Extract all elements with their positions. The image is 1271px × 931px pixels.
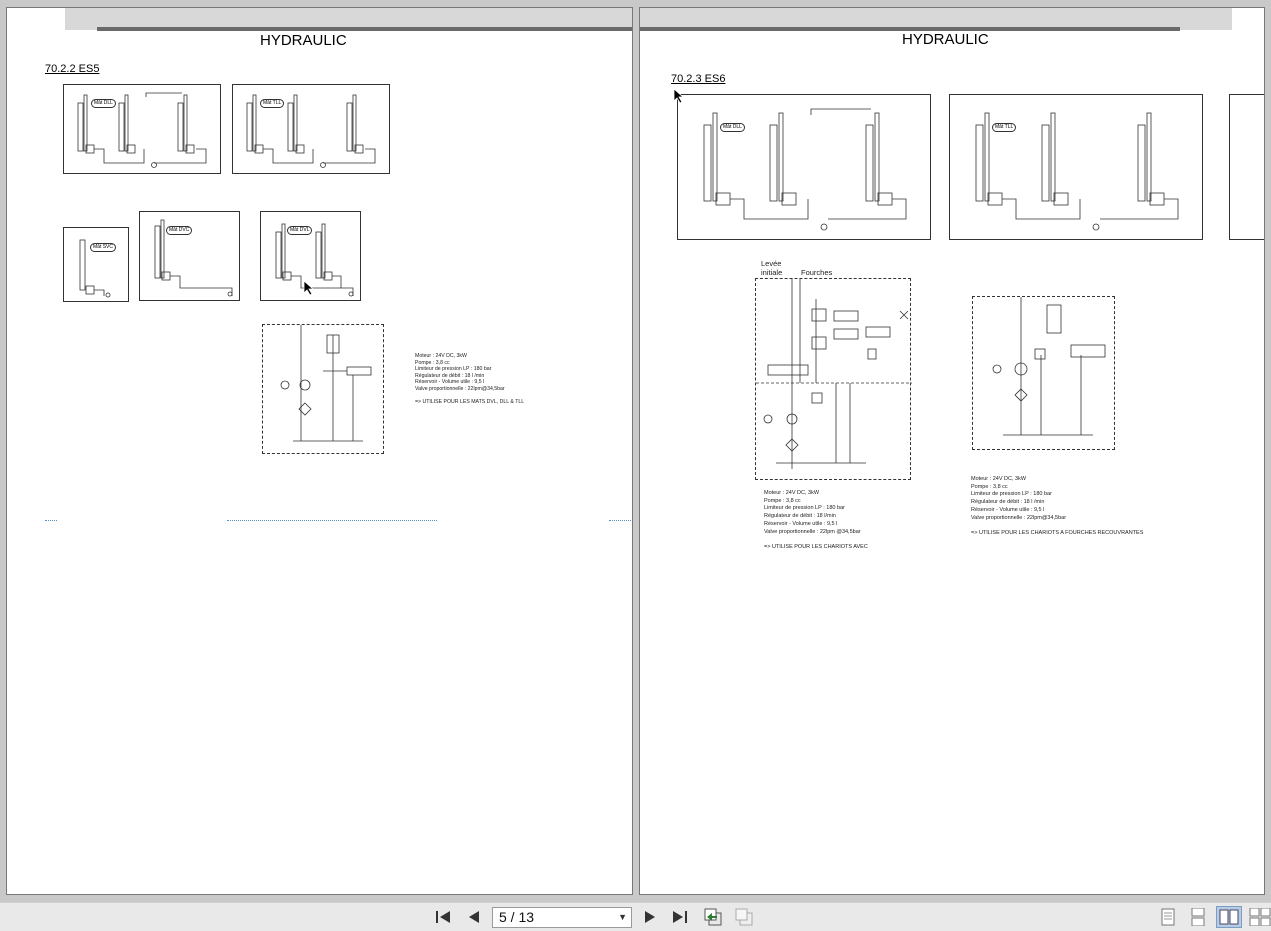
mast-label: Mât TLL <box>260 99 285 108</box>
hydraulic-schematic <box>262 324 384 454</box>
mouse-cursor-icon <box>673 88 685 104</box>
spec-line: Pompe : 3,8 cc <box>415 359 450 366</box>
mast-label: Mât DVL <box>287 226 313 235</box>
page-indicator: 5 / 13 <box>499 909 535 925</box>
mast-label: Mât DLL <box>720 123 745 132</box>
mast-dvc-drawing <box>154 219 233 297</box>
schematic-label: Fourches <box>801 268 833 277</box>
spec-line: Réservoir - Volume utile : 9,5 l <box>764 520 838 527</box>
divider-line <box>45 520 57 521</box>
spec-line: Moteur : 24V DC, 3kW <box>415 353 467 359</box>
section-heading: 70.2.2 ES5 <box>45 63 100 75</box>
divider-line <box>609 520 632 521</box>
spec-line: => UTILISE POUR LES MATS DVL, DLL & TLL <box>415 399 525 406</box>
mast-svc-drawing <box>79 239 111 298</box>
mast-tll-drawing <box>975 112 1179 231</box>
spec-line <box>415 393 524 400</box>
specifications-text: Moteur : 24V DC, 3kW Pompe : 3,8 cc Limi… <box>415 353 524 406</box>
facing-pages-view-icon[interactable] <box>1216 906 1242 928</box>
continuous-view-icon[interactable] <box>1185 906 1211 928</box>
specifications-text: Moteur : 24V DC, 3kW Pompe : 3,8 cc Limi… <box>971 476 1143 538</box>
navigation-toolbar: 5 / 13 ▼ <box>0 902 1271 931</box>
page-title: HYDRAULIC <box>902 31 989 48</box>
hydraulic-schematic-drawing <box>280 325 372 442</box>
specifications-text: Moteur : 24V DC, 3kW Pompe : 3,8 cc Limi… <box>764 490 868 552</box>
spec-line: Valve proportionnelle : 22lpm @34,5bar <box>764 528 861 535</box>
spec-line: Régulateur de débit : 18 l /min <box>971 499 1045 506</box>
first-page-icon[interactable] <box>433 907 453 927</box>
mast-dll-drawing <box>77 92 207 168</box>
previous-page-icon[interactable] <box>464 907 484 927</box>
spec-line <box>764 536 868 544</box>
hydraulic-schematic-left <box>755 278 912 480</box>
spec-line: Régulateur de débit : 18 l/min <box>764 513 836 520</box>
mast-label: Mât SVC <box>90 243 117 252</box>
mast-diagram-tll: Mât TLL <box>949 94 1203 240</box>
spec-line: Limiteur de pression LP : 180 bar <box>415 366 492 373</box>
schematic-label: initiale <box>761 268 783 277</box>
spec-line: Pompe : 3,8 cc <box>764 497 801 504</box>
spec-line: Limiteur de pression LP : 180 bar <box>971 491 1052 498</box>
mast-diagram-partial <box>1229 94 1264 240</box>
mast-diagram-svc: Mât SVC <box>63 227 129 302</box>
chevron-down-icon: ▼ <box>618 912 627 922</box>
hydraulic-schematic-drawing <box>756 279 912 469</box>
schematic-label: Levée <box>761 259 782 268</box>
spec-line: Limiteur de pression LP : 180 bar <box>764 505 845 512</box>
section-heading: 70.2.3 ES6 <box>671 73 726 85</box>
right-page: HYDRAULIC 70.2.3 ES6 Mât DLL Mât TLL Lev… <box>639 7 1265 895</box>
mast-diagram-tll: Mât TLL <box>232 84 390 174</box>
mast-label: Mât TLL <box>992 123 1017 132</box>
go-back-icon[interactable] <box>703 907 723 927</box>
spec-line: Pompe : 3,8 cc <box>971 483 1008 490</box>
page-number-select[interactable]: 5 / 13 ▼ <box>492 907 632 928</box>
spec-line: Valve proportionnelle : 22lpm@34,5bar <box>415 385 505 392</box>
spec-line: Moteur : 24V DC, 3kW <box>764 490 820 496</box>
hydraulic-schematic-drawing <box>992 297 1106 436</box>
spec-line: Réservoir - Volume utile : 9,5 l <box>971 506 1045 513</box>
mouse-cursor-icon <box>303 280 315 296</box>
spec-line: Valve proportionnelle : 22lpm@34,5bar <box>971 514 1067 521</box>
left-page: HYDRAULIC 70.2.2 ES5 Mât DLL Mât TLL Mât… <box>6 7 633 895</box>
spec-line: Moteur : 24V DC, 3kW <box>971 476 1027 482</box>
go-forward-icon[interactable] <box>734 907 754 927</box>
spec-line: => UTILISE POUR LES CHARIOTS AVEC <box>764 543 868 550</box>
spec-line: Régulateur de débit : 18 l /min <box>415 372 485 379</box>
single-page-view-icon[interactable] <box>1155 906 1181 928</box>
mast-label: Mât DVC <box>166 226 193 235</box>
page-tab-bar <box>97 27 632 31</box>
next-page-icon[interactable] <box>640 907 660 927</box>
spec-line: => UTILISE POUR LES CHARIOTS A FOURCHES … <box>971 529 1144 536</box>
mast-diagram-dll: Mât DLL <box>677 94 931 240</box>
spec-line <box>971 522 1143 530</box>
page-title: HYDRAULIC <box>260 32 347 49</box>
hydraulic-schematic-right <box>972 296 1115 450</box>
mast-dll-drawing <box>703 108 907 231</box>
mast-diagram-dvc: Mât DVC <box>139 211 240 301</box>
divider-line <box>227 520 437 521</box>
mast-diagram-dll: Mât DLL <box>63 84 221 174</box>
continuous-facing-view-icon[interactable] <box>1247 906 1271 928</box>
last-page-icon[interactable] <box>670 907 690 927</box>
spec-line: Réservoir - Volume utile : 9,5 l <box>415 379 485 386</box>
mast-label: Mât DLL <box>91 99 116 108</box>
mast-tll-drawing <box>246 94 376 168</box>
